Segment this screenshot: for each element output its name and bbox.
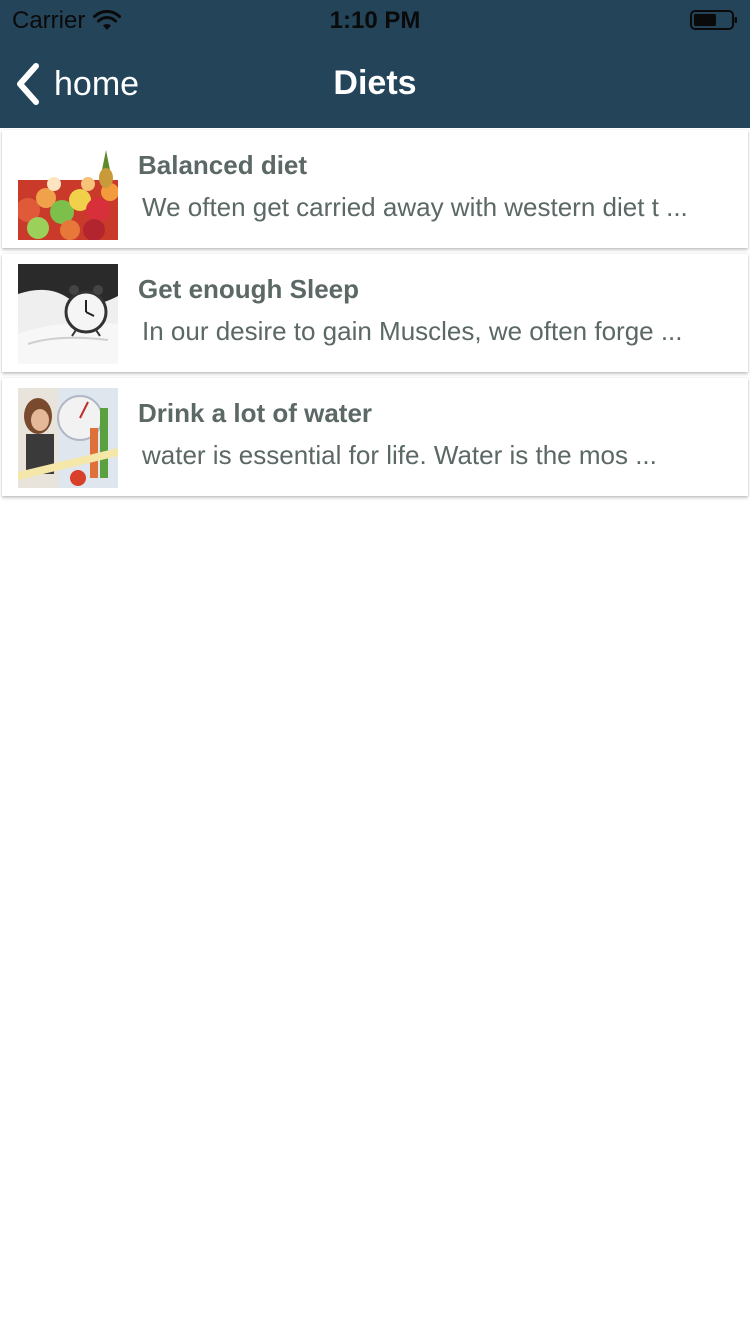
woman-scale-tape-image xyxy=(18,388,118,488)
item-snippet: In our desire to gain Muscles, we often … xyxy=(142,316,683,346)
item-snippet: We often get carried away with western d… xyxy=(142,192,688,222)
fruit-bowl-image xyxy=(18,140,118,240)
list-item[interactable]: Get enough Sleep In our desire to gain M… xyxy=(2,254,748,372)
item-title: Get enough Sleep xyxy=(138,274,360,304)
item-title: Drink a lot of water xyxy=(138,398,373,428)
header: Carrier 1:10 PM home Diets xyxy=(0,0,750,128)
nav-bar: home Diets xyxy=(0,40,750,128)
list-item[interactable]: Drink a lot of water water is essential … xyxy=(2,378,748,496)
battery-icon xyxy=(690,10,737,30)
alarm-clock-bed-image xyxy=(18,264,118,364)
screen: Carrier 1:10 PM home Diets Balanced diet… xyxy=(0,0,750,1334)
item-snippet: water is essential for life. Water is th… xyxy=(142,440,657,470)
status-time: 1:10 PM xyxy=(329,7,421,34)
page-title: Diets xyxy=(333,64,417,102)
status-bar: Carrier 1:10 PM xyxy=(0,0,750,40)
item-title: Balanced diet xyxy=(138,150,308,180)
diet-list: Balanced diet We often get carried away … xyxy=(2,130,748,502)
list-item[interactable]: Balanced diet We often get carried away … xyxy=(2,130,748,248)
